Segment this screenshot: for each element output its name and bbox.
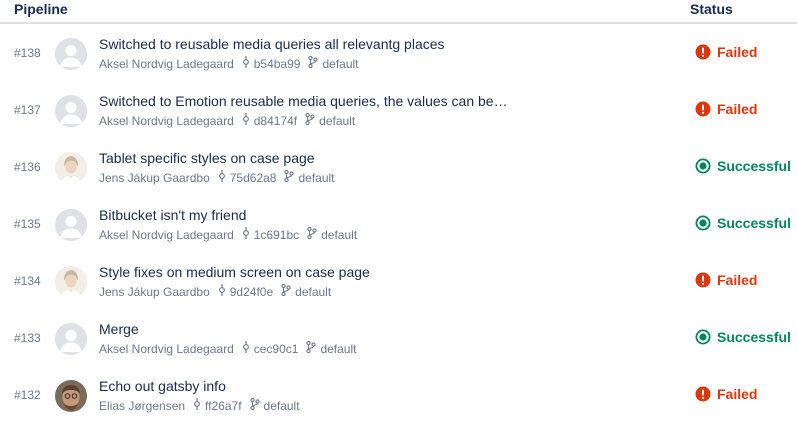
status-label: Failed xyxy=(717,386,758,402)
author-name: Elias Jørgensen xyxy=(99,398,186,413)
status-badge: Failed xyxy=(695,101,757,117)
pipeline-meta: Aksel Nordvig Ladegaard b54ba99 default xyxy=(99,55,359,71)
status-label: Failed xyxy=(717,44,758,60)
branch-icon xyxy=(306,340,317,356)
status-label: Successful xyxy=(717,215,791,231)
pipeline-number[interactable]: #135 xyxy=(14,217,41,231)
pipeline-title[interactable]: Switched to reusable media queries all r… xyxy=(99,36,445,52)
commit-hash[interactable]: 75d62a8 xyxy=(230,171,277,185)
pipeline-number[interactable]: #133 xyxy=(14,331,41,345)
user-avatar xyxy=(55,380,87,412)
commit-hash[interactable]: d84174f xyxy=(254,114,297,128)
default-avatar-icon xyxy=(55,323,87,355)
author-name: Aksel Nordvig Ladegaard xyxy=(99,56,234,71)
pipeline-number[interactable]: #132 xyxy=(14,388,41,402)
failed-icon xyxy=(695,386,711,402)
pipeline-meta: Elias Jørgensen ff26a7f default xyxy=(99,397,300,413)
pipeline-title[interactable]: Bitbucket isn't my friend xyxy=(99,207,246,223)
pipelines-table: Pipeline Status #138 Switched to reusable… xyxy=(0,0,797,426)
failed-icon xyxy=(695,101,711,117)
author-name: Jens Jákup Gaardbo xyxy=(99,170,210,185)
status-badge: Failed xyxy=(695,44,757,60)
pipeline-title[interactable]: Style fixes on medium screen on case pag… xyxy=(99,264,370,280)
pipeline-row[interactable]: #132 Echo out gatsby info Elias Jørgensen f… xyxy=(0,366,797,423)
author-name: Aksel Nordvig Ladegaard xyxy=(99,227,234,242)
commit-icon xyxy=(242,56,250,71)
commit-hash[interactable]: 1c691bc xyxy=(254,228,299,242)
branch-icon xyxy=(307,226,317,242)
table-header: Pipeline Status xyxy=(0,0,797,24)
commit-icon xyxy=(242,227,250,242)
user-avatar xyxy=(55,152,87,184)
status-badge: Successful xyxy=(695,215,791,231)
default-avatar-icon xyxy=(55,95,87,127)
pipeline-row[interactable]: #134 Style fixes on medium screen on case… xyxy=(0,252,797,309)
pipeline-title[interactable]: Switched to Emotion reusable media queri… xyxy=(99,93,508,109)
author-name: Aksel Nordvig Ladegaard xyxy=(99,341,234,356)
status-badge: Successful xyxy=(695,158,791,174)
commit-icon xyxy=(193,398,201,413)
branch-name[interactable]: default xyxy=(298,171,334,185)
branch-name[interactable]: default xyxy=(321,228,357,242)
pipeline-title[interactable]: Echo out gatsby info xyxy=(99,378,226,394)
branch-icon xyxy=(281,283,291,299)
status-label: Failed xyxy=(717,272,758,288)
branch-icon xyxy=(305,112,315,128)
branch-icon xyxy=(249,397,260,413)
successful-icon xyxy=(695,215,711,231)
commit-icon xyxy=(218,170,226,185)
pipeline-meta: Aksel Nordvig Ladegaard 1c691bc default xyxy=(99,226,357,242)
pipeline-row[interactable]: #135 Bitbucket isn't my friend Aksel Nordv… xyxy=(0,195,797,252)
successful-icon xyxy=(695,158,711,174)
branch-name[interactable]: default xyxy=(319,114,355,128)
status-badge: Successful xyxy=(695,329,791,345)
pipeline-number[interactable]: #136 xyxy=(14,160,41,174)
pipeline-row[interactable]: #138 Switched to reusable media queries a… xyxy=(0,24,797,81)
status-column-header: Status xyxy=(690,1,733,17)
successful-icon xyxy=(695,329,711,345)
pipeline-title[interactable]: Tablet specific styles on case page xyxy=(99,150,315,166)
author-name: Jens Jákup Gaardbo xyxy=(99,284,210,299)
default-avatar-icon xyxy=(55,38,87,70)
pipeline-row[interactable]: #133 Merge Aksel Nordvig Ladegaard cec90c1 d… xyxy=(0,309,797,366)
commit-hash[interactable]: 9d24f0e xyxy=(230,285,273,299)
status-label: Failed xyxy=(717,101,758,117)
commit-hash[interactable]: ff26a7f xyxy=(205,399,241,413)
status-badge: Failed xyxy=(695,272,757,288)
author-name: Aksel Nordvig Ladegaard xyxy=(99,113,234,128)
pipeline-row[interactable]: #137 Switched to Emotion reusable media q… xyxy=(0,81,797,138)
commit-icon xyxy=(242,341,250,356)
pipeline-meta: Aksel Nordvig Ladegaard d84174f default xyxy=(99,112,355,128)
pipeline-number[interactable]: #137 xyxy=(14,103,41,117)
user-avatar xyxy=(55,266,87,298)
pipeline-number[interactable]: #138 xyxy=(14,46,41,60)
pipeline-row[interactable]: #136 Tablet specific styles on case page J… xyxy=(0,138,797,195)
status-badge: Failed xyxy=(695,386,757,402)
default-avatar-icon xyxy=(55,209,87,241)
commit-hash[interactable]: b54ba99 xyxy=(254,57,301,71)
failed-icon xyxy=(695,272,711,288)
branch-name[interactable]: default xyxy=(320,342,356,356)
status-label: Successful xyxy=(717,158,791,174)
pipeline-meta: Aksel Nordvig Ladegaard cec90c1 default xyxy=(99,340,356,356)
pipeline-column-header: Pipeline xyxy=(14,1,68,17)
branch-icon xyxy=(308,55,319,71)
status-label: Successful xyxy=(717,329,791,345)
pipeline-title[interactable]: Merge xyxy=(99,321,139,337)
commit-hash[interactable]: cec90c1 xyxy=(254,342,299,356)
branch-name[interactable]: default xyxy=(264,399,300,413)
pipeline-meta: Jens Jákup Gaardbo 75d62a8 default xyxy=(99,169,335,185)
pipeline-number[interactable]: #134 xyxy=(14,274,41,288)
pipeline-meta: Jens Jákup Gaardbo 9d24f0e default xyxy=(99,283,331,299)
branch-name[interactable]: default xyxy=(295,285,331,299)
failed-icon xyxy=(695,44,711,60)
commit-icon xyxy=(218,284,226,299)
branch-name[interactable]: default xyxy=(322,57,358,71)
branch-icon xyxy=(284,169,295,185)
commit-icon xyxy=(242,113,250,128)
